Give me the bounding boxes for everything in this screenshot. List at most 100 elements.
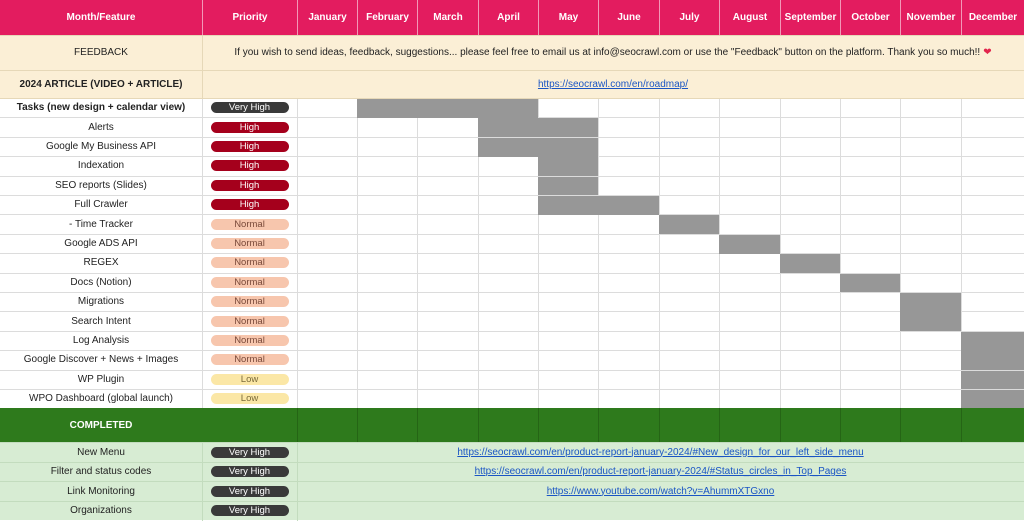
column-header-may: May (538, 0, 598, 35)
completed-hline (0, 461, 1024, 463)
priority-badge: Normal (210, 315, 289, 327)
task-name: Search Intent (71, 315, 131, 327)
task-priority-cell: Normal (202, 292, 297, 311)
completed-vline (417, 408, 418, 443)
task-name: Google Discover + News + Images (23, 354, 179, 366)
completed-col-line (297, 442, 298, 521)
priority-badge: Very High (210, 466, 289, 478)
task-name: Tasks (new design + calendar view) (16, 102, 186, 114)
article-link-cell: https://seocrawl.com/en/roadmap/ (202, 70, 1024, 98)
completed-label: COMPLETED (0, 408, 202, 443)
feedback-text: If you wish to send ideas, feedback, sug… (234, 47, 981, 58)
completed-vline (900, 408, 901, 443)
priority-badge: High (210, 160, 289, 172)
timeline-bar (840, 273, 900, 293)
timeline-bar (478, 118, 598, 138)
column-header-september: September (780, 0, 840, 35)
task-priority-cell: High (202, 137, 297, 156)
priority-badge: High (210, 140, 289, 152)
priority-badge: High (210, 199, 289, 211)
completed-link-cell (297, 500, 1024, 521)
completed-priority-cell: Very High (202, 500, 297, 521)
task-priority-cell: Normal (202, 234, 297, 253)
column-header-march: March (417, 0, 478, 35)
completed-col-line (202, 442, 203, 521)
task-priority-cell: Normal (202, 214, 297, 233)
timeline-bar (478, 137, 598, 157)
feedback-label: FEEDBACK (0, 35, 202, 70)
task-priority-cell: High (202, 195, 297, 214)
article-link[interactable]: https://seocrawl.com/en/roadmap/ (538, 79, 688, 90)
task-name: - Time Tracker (69, 218, 133, 230)
completed-vline (538, 408, 539, 443)
task-name: Docs (Notion) (70, 276, 132, 288)
completed-item-name: New Menu (0, 442, 202, 462)
task-name: Log Analysis (72, 334, 130, 346)
timeline-bar (900, 293, 961, 312)
completed-item-name: Organizations (0, 500, 202, 521)
priority-badge: Normal (210, 354, 289, 366)
column-header-june: June (598, 0, 659, 35)
band-vline (202, 35, 203, 70)
column-header-priority: Priority (202, 0, 297, 35)
priority-badge: Normal (210, 296, 289, 308)
completed-vline (780, 408, 781, 443)
completed-priority-cell: Very High (202, 442, 297, 462)
timeline-bar (961, 351, 1024, 371)
task-name: REGEX (83, 257, 119, 269)
priority-badge: Normal (210, 218, 289, 230)
task-priority-cell: Normal (202, 273, 297, 292)
task-name: WPO Dashboard (global launch) (29, 393, 173, 405)
timeline-bar (961, 331, 1024, 351)
completed-link[interactable]: https://seocrawl.com/en/product-report-j… (475, 466, 847, 477)
completed-link[interactable]: https://seocrawl.com/en/product-report-j… (457, 447, 863, 458)
task-priority-cell: Normal (202, 253, 297, 272)
completed-link-cell: https://seocrawl.com/en/product-report-j… (297, 442, 1024, 462)
timeline-bar (780, 254, 840, 274)
article-label: 2024 ARTICLE (VIDEO + ARTICLE) (0, 70, 202, 98)
task-name: SEO reports (Slides) (55, 179, 147, 191)
band-hline (0, 70, 1024, 71)
band-vline (202, 70, 203, 98)
completed-item-name: Link Monitoring (0, 481, 202, 501)
task-priority-cell: Low (202, 389, 297, 408)
completed-link-cell: https://www.youtube.com/watch?v=AhummXTG… (297, 481, 1024, 501)
timeline-bar (659, 215, 719, 235)
priority-badge: Very High (210, 485, 289, 497)
heart-icon: ❤ (983, 47, 992, 58)
timeline-bar (961, 390, 1024, 409)
priority-badge: High (210, 121, 289, 133)
completed-vline (659, 408, 660, 443)
task-priority-cell: High (202, 176, 297, 195)
task-priority-cell: Very High (202, 98, 297, 117)
feedback-message: If you wish to send ideas, feedback, sug… (202, 35, 1024, 70)
completed-link[interactable]: https://www.youtube.com/watch?v=AhummXTG… (547, 486, 775, 497)
task-priority-cell: Low (202, 370, 297, 389)
timeline-bar (538, 196, 659, 215)
task-name: Google My Business API (45, 140, 157, 152)
task-name: Migrations (77, 296, 125, 308)
task-priority-cell: Normal (202, 350, 297, 369)
timeline-bar (961, 370, 1024, 390)
completed-vline (297, 408, 298, 443)
priority-badge: Normal (210, 237, 289, 249)
completed-vline (840, 408, 841, 443)
column-header-february: February (357, 0, 417, 35)
task-priority-cell: Normal (202, 311, 297, 330)
task-priority-cell: Normal (202, 331, 297, 350)
timeline-bar (719, 234, 780, 254)
completed-priority-cell: Very High (202, 461, 297, 482)
task-priority-cell: High (202, 117, 297, 136)
completed-vline (719, 408, 720, 443)
priority-badge: Normal (210, 257, 289, 269)
task-name: Indexation (77, 160, 125, 172)
priority-badge: High (210, 179, 289, 191)
priority-badge: Normal (210, 334, 289, 346)
column-header-month-feature: Month/Feature (0, 0, 202, 35)
completed-vline (961, 408, 962, 443)
priority-badge: Very High (210, 102, 289, 114)
completed-link-cell: https://seocrawl.com/en/product-report-j… (297, 461, 1024, 482)
priority-badge: Low (210, 393, 289, 405)
priority-badge: Low (210, 373, 289, 385)
column-header-april: April (478, 0, 538, 35)
